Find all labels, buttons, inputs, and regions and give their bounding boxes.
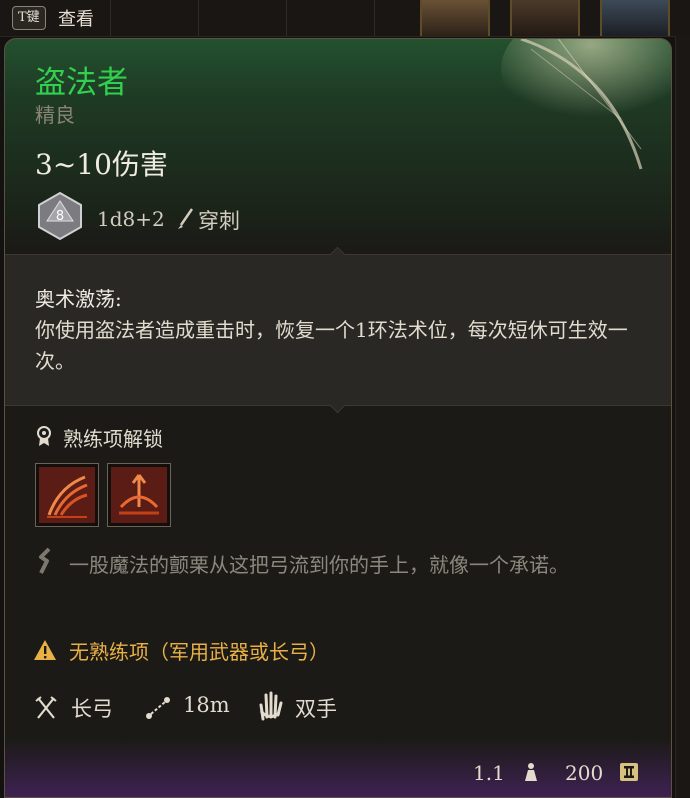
dice-formula: 1d8+2: [97, 207, 165, 231]
item-weight: 1.1: [473, 761, 505, 785]
item-value: 200: [565, 761, 604, 785]
view-label[interactable]: 查看: [58, 5, 94, 31]
enchantment-title: 奥术激荡:: [35, 287, 122, 311]
flavor-text: 一股魔法的颤栗从这把弓流到你的手上，就像一个承诺。: [69, 553, 569, 577]
proficiency-unlock-title: 熟练项解锁: [63, 427, 163, 451]
hotbar-slots: [110, 0, 420, 36]
weapon-type: 长弓: [71, 697, 113, 721]
item-rarity: 精良: [35, 103, 75, 127]
proficiency-action-2[interactable]: [107, 463, 171, 527]
enchantment-panel: 奥术激荡: 你使用盗法者造成重击时，恢复一个1环法术位，每次短休可生效一次。: [5, 246, 671, 414]
warning-icon: [34, 640, 56, 660]
proficiency-action-1[interactable]: [35, 463, 99, 527]
item-name: 盗法者: [35, 65, 128, 101]
party-portrait-3[interactable]: [600, 0, 670, 36]
party-portrait-2[interactable]: [510, 0, 580, 36]
dice-value: 8: [56, 209, 64, 224]
piercing-damage-icon: [178, 208, 194, 229]
top-bar: T键 查看: [0, 0, 690, 37]
damage-range: 3~10伤害: [35, 148, 168, 181]
bow-glow-decoration: [501, 39, 671, 170]
hotkey-badge[interactable]: T键: [12, 6, 46, 30]
damage-type: 穿刺: [198, 209, 240, 233]
arrow-crown-icon: [111, 467, 167, 523]
weight-icon: [525, 763, 537, 781]
item-tooltip: 盗法者 精良 3~10伤害 8 1d8+2 穿刺 奥术激荡: 你使用盗法者造成重…: [4, 38, 672, 798]
gold-coin-icon: [620, 763, 638, 781]
proficiency-warning: 无熟练项（军用武器或长弓）: [69, 640, 329, 664]
proficiency-medal-icon: [37, 426, 51, 446]
two-handed-icon: [259, 691, 283, 721]
side-panel-edge: [675, 36, 690, 798]
arrow-volley-icon: [39, 467, 95, 523]
handedness: 双手: [295, 697, 337, 721]
d8-dice-icon: 8: [38, 191, 82, 241]
weapon-range: 18m: [183, 693, 230, 717]
quote-mark-icon: [39, 547, 51, 574]
party-portrait-1[interactable]: [420, 0, 490, 36]
crossed-swords-icon: [35, 696, 57, 719]
enchantment-description: 你使用盗法者造成重击时，恢复一个1环法术位，每次短休可生效一次。: [35, 318, 628, 373]
range-icon: [146, 697, 170, 719]
